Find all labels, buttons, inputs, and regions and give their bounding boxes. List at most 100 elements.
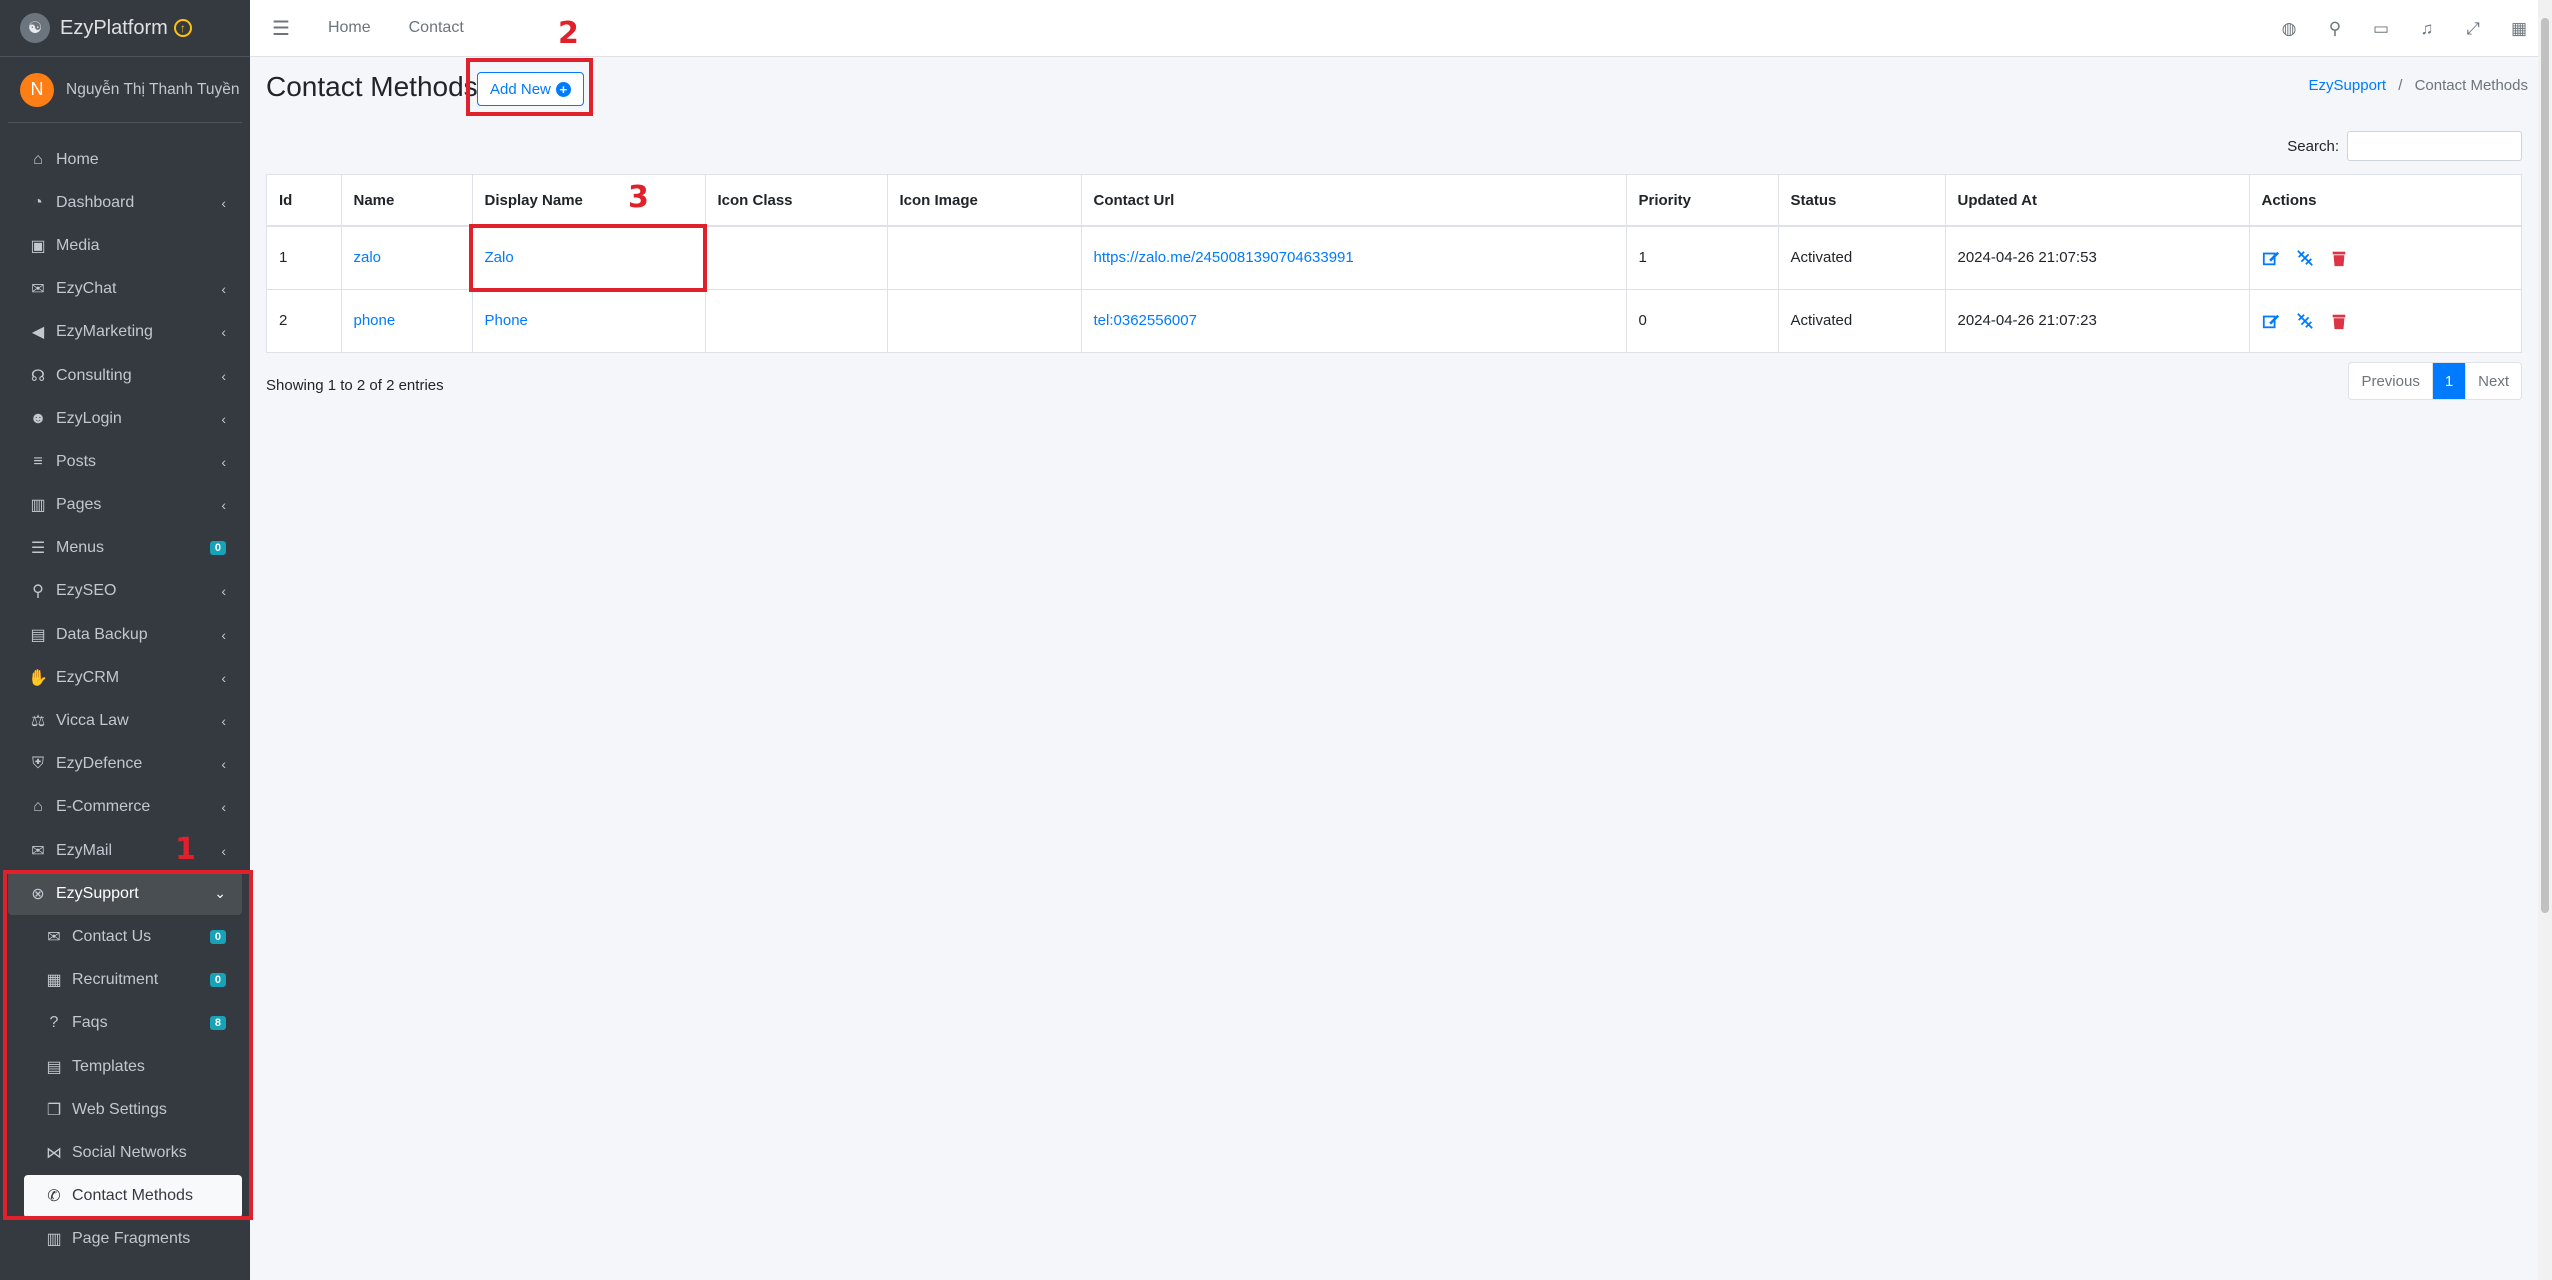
menu-toggle-icon[interactable]: ☰ <box>272 16 290 41</box>
sidebar-item-ezycrm[interactable]: ✋ EzyCRM ‹ <box>8 656 242 699</box>
search-icon[interactable]: ⚲ <box>2312 19 2358 39</box>
chevron-left-icon: ‹ <box>221 626 226 643</box>
home-icon: ⌂ <box>33 150 43 168</box>
sidebar-item-ezychat[interactable]: ✉ EzyChat ‹ <box>8 268 242 311</box>
top-navbar: ☰ Home Contact ◍ ⚲ ▭ ♫ ⤢ ▦ <box>250 0 2552 57</box>
cell-contact-url: tel:0362556007 <box>1081 288 1627 352</box>
cell-priority: 0 <box>1626 288 1779 352</box>
cell-icon-image <box>887 288 1082 352</box>
brand-name: EzyPlatform <box>60 16 168 39</box>
cell-priority: 1 <box>1626 225 1779 289</box>
sidebar-item-pages[interactable]: ▥ Pages ‹ <box>8 484 242 527</box>
box-icon: ▤ <box>30 626 46 644</box>
brand-link[interactable]: ☯ EzyPlatform ↑ <box>0 0 250 57</box>
sidebar-item-posts[interactable]: ≡ Posts ‹ <box>8 440 242 483</box>
sidebar-item-consulting[interactable]: ☊ Consulting ‹ <box>8 354 242 397</box>
sidebar-item-label: Data Backup <box>56 625 148 643</box>
cell-id: 2 <box>267 288 342 352</box>
user-name[interactable]: Nguyễn Thị Thanh Tuyền <box>66 81 240 99</box>
comments-icon[interactable]: ▭ <box>2358 19 2404 39</box>
pagination-next[interactable]: Next <box>2465 363 2521 399</box>
column-header-icon-image[interactable]: Icon Image <box>887 175 1082 227</box>
cell-contact-url: https://zalo.me/2450081390704633991 <box>1081 225 1627 289</box>
breadcrumb-separator: / <box>2398 77 2403 94</box>
trash-icon[interactable] <box>2330 249 2348 267</box>
id-value: 1 <box>279 249 288 267</box>
sidebar-item-ezylogin[interactable]: ☻ EzyLogin ‹ <box>8 397 242 440</box>
chevron-left-icon: ‹ <box>221 756 226 773</box>
sidebar-item-ezymail[interactable]: ✉ EzyMail ‹ <box>8 829 242 872</box>
nav-link-home[interactable]: Home <box>328 19 371 37</box>
sidebar-item-vicca-law[interactable]: ⚖ Vicca Law ‹ <box>8 699 242 742</box>
columns-icon: ▥ <box>30 497 46 515</box>
annotation-label-3: 3 <box>628 180 649 215</box>
sidebar-item-home[interactable]: ⌂ Home <box>8 138 242 181</box>
user-panel[interactable]: N Nguyễn Thị Thanh Tuyền <box>8 57 242 123</box>
sidebar-item-menus[interactable]: ☰ Menus 0 <box>8 527 242 570</box>
apps-icon[interactable]: ▦ <box>2496 19 2542 39</box>
sidebar-item-dashboard[interactable]: ◔ Dashboard ‹ <box>8 181 242 224</box>
breadcrumb-parent[interactable]: EzySupport <box>2309 77 2387 94</box>
sidebar-item-ezyseo[interactable]: ⚲ EzySEO ‹ <box>8 570 242 613</box>
upgrade-icon[interactable]: ↑ <box>173 19 192 37</box>
column-header-contact-url[interactable]: Contact Url <box>1081 175 1627 227</box>
table-info: Showing 1 to 2 of 2 entries <box>266 377 444 394</box>
column-header-id[interactable]: Id <box>267 175 342 227</box>
column-header-updated-at[interactable]: Updated At <box>1945 175 2250 227</box>
chevron-left-icon: ‹ <box>221 194 226 211</box>
expand-icon[interactable]: ⤢ <box>2450 19 2496 39</box>
chat-icon: ✉ <box>31 281 45 299</box>
sidebar-item-ezydefence[interactable]: ⛨ EzyDefence ‹ <box>8 743 242 786</box>
sidebar-item-e-commerce[interactable]: ⌂ E-Commerce ‹ <box>8 786 242 829</box>
sidebar-item-label: E-Commerce <box>56 798 151 816</box>
edit-icon[interactable] <box>2262 312 2280 330</box>
chevron-left-icon: ‹ <box>221 324 226 341</box>
sidebar-item-label: EzyMarketing <box>56 323 153 341</box>
globe-icon[interactable]: ◍ <box>2266 19 2312 39</box>
chevron-left-icon: ‹ <box>221 669 226 686</box>
cell-status: Activated <box>1778 225 1946 289</box>
pagination-previous[interactable]: Previous <box>2349 363 2432 399</box>
column-header-name[interactable]: Name <box>341 175 473 227</box>
edit-icon[interactable] <box>2262 249 2280 267</box>
column-header-priority[interactable]: Priority <box>1626 175 1779 227</box>
cell-id: 1 <box>267 225 342 289</box>
brand-logo-icon: ☯ <box>20 13 50 43</box>
nav-link-contact[interactable]: Contact <box>409 19 464 37</box>
breadcrumb: EzySupport / Contact Methods <box>2309 77 2528 94</box>
contact-url-value[interactable]: https://zalo.me/2450081390704633991 <box>1094 249 1354 266</box>
cell-icon-class <box>705 288 888 352</box>
dashboard-icon: ◔ <box>33 193 43 211</box>
sidebar-item-data-backup[interactable]: ▤ Data Backup ‹ <box>8 613 242 656</box>
column-header-status[interactable]: Status <box>1778 175 1946 227</box>
name-value[interactable]: zalo <box>354 249 382 266</box>
pagination-page-1[interactable]: 1 <box>2431 363 2466 399</box>
trash-icon[interactable] <box>2330 312 2348 330</box>
search-label: Search: <box>2287 137 2339 155</box>
priority-value: 0 <box>1638 312 1647 330</box>
page-scrollbar[interactable] <box>2538 0 2552 1280</box>
chevron-left-icon: ‹ <box>221 583 226 600</box>
column-header-icon-class[interactable]: Icon Class <box>705 175 888 227</box>
sidebar-item-page-fragments[interactable]: ▥ Page Fragments <box>8 1218 242 1261</box>
handshake-icon: ✋ <box>28 669 48 687</box>
display-name-value[interactable]: Phone <box>485 312 528 329</box>
sidebar-item-label: EzyChat <box>56 280 117 298</box>
contact-url-value[interactable]: tel:0362556007 <box>1094 312 1197 329</box>
unlink-icon[interactable] <box>2296 249 2314 267</box>
chevron-left-icon: ‹ <box>221 842 226 859</box>
sidebar-item-ezymarketing[interactable]: ◀ EzyMarketing ‹ <box>8 311 242 354</box>
scrollbar-thumb[interactable] <box>2541 18 2549 913</box>
search-input[interactable] <box>2347 131 2522 161</box>
sidebar-item-label: EzySEO <box>56 582 117 600</box>
chevron-left-icon: ‹ <box>221 410 226 427</box>
column-header-display-name[interactable]: Display Name <box>472 175 706 227</box>
name-value[interactable]: phone <box>354 312 396 329</box>
sidebar-item-label: Vicca Law <box>56 712 129 730</box>
sidebar-item-media[interactable]: ▣ Media <box>8 224 242 267</box>
priority-value: 1 <box>1638 249 1647 267</box>
column-header-actions: Actions <box>2249 175 2521 227</box>
sidebar-item-label: Consulting <box>56 366 132 384</box>
bell-icon[interactable]: ♫ <box>2404 19 2450 39</box>
unlink-icon[interactable] <box>2296 312 2314 330</box>
